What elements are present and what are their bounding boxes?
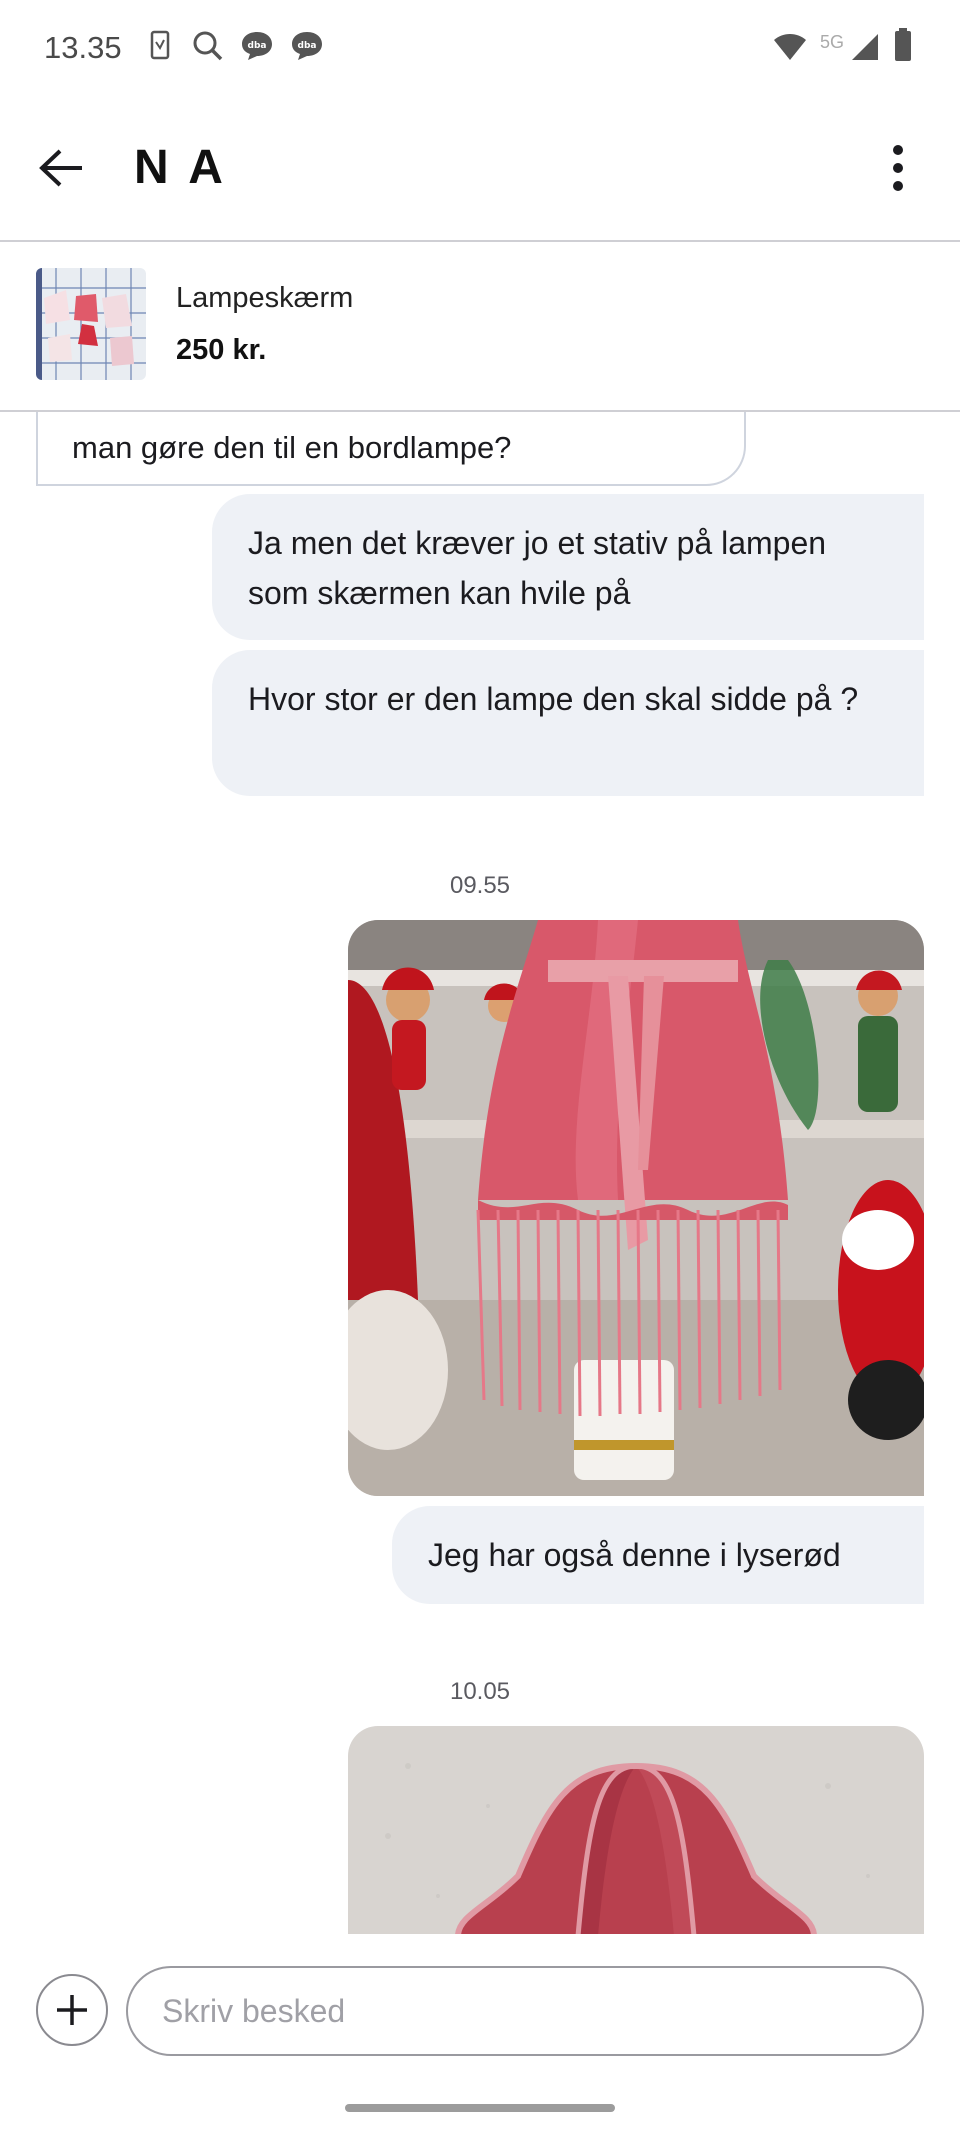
- composer-bar: [0, 1934, 960, 2082]
- dba-label: dba: [298, 41, 317, 51]
- sim-card-icon: [150, 30, 170, 65]
- message-input[interactable]: [126, 1966, 924, 2056]
- dba-label: dba: [248, 41, 267, 51]
- message-bubble-outgoing: Hvor stor er den lampe den skal sidde på…: [212, 650, 924, 796]
- listing-price: 250 kr.: [176, 334, 267, 366]
- wifi-icon: [772, 32, 808, 67]
- message-text: Hvor stor er den lampe den skal sidde på…: [248, 681, 859, 717]
- message-text: Jeg har også denne i lyserød: [428, 1537, 841, 1573]
- message-bubble-outgoing: Ja men det kræver jo et stativ på lampen…: [212, 494, 924, 640]
- message-photo[interactable]: [348, 920, 924, 1496]
- message-bubble-incoming: man gøre den til en bordlampe?: [36, 412, 746, 486]
- conversation-title: N A: [134, 141, 227, 194]
- battery-icon: [894, 28, 912, 67]
- more-options-button[interactable]: [866, 136, 930, 200]
- message-photo[interactable]: [348, 1726, 924, 1934]
- back-button[interactable]: [30, 136, 94, 200]
- message-timestamp: 10.05: [449, 1678, 511, 1705]
- message-list[interactable]: man gøre den til en bordlampe? Ja men de…: [0, 412, 960, 1934]
- more-vert-icon: [893, 145, 903, 191]
- add-attachment-button[interactable]: [36, 1974, 108, 2046]
- status-time: 13.35: [44, 30, 122, 65]
- search-icon: [192, 30, 224, 67]
- pink-lampshade-photo: [348, 920, 924, 1496]
- dba-chat-icon: dba: [290, 30, 324, 67]
- message-text: Ja men det kræver jo et stativ på lampen…: [248, 525, 827, 611]
- dba-chat-icon: dba: [240, 30, 274, 67]
- message-timestamp: 09.55: [449, 872, 511, 899]
- listing-title: Lampeskærm: [176, 282, 354, 314]
- rose-lampshade-photo: [348, 1726, 924, 1934]
- home-indicator[interactable]: [345, 2104, 615, 2112]
- network-label: 5G: [820, 32, 845, 52]
- message-text: man gøre den til en bordlampe?: [72, 430, 512, 465]
- signal-icon: [850, 32, 880, 67]
- listing-thumbnail: [36, 268, 146, 380]
- listing-card[interactable]: Lampeskærm 250 kr.: [0, 242, 960, 412]
- status-bar: 13.35 dba dba 5G: [0, 0, 960, 96]
- arrow-left-icon: [39, 149, 82, 187]
- app-bar: N A: [0, 96, 960, 242]
- plus-icon: [57, 1995, 87, 2025]
- message-bubble-outgoing: Jeg har også denne i lyserød: [392, 1506, 924, 1604]
